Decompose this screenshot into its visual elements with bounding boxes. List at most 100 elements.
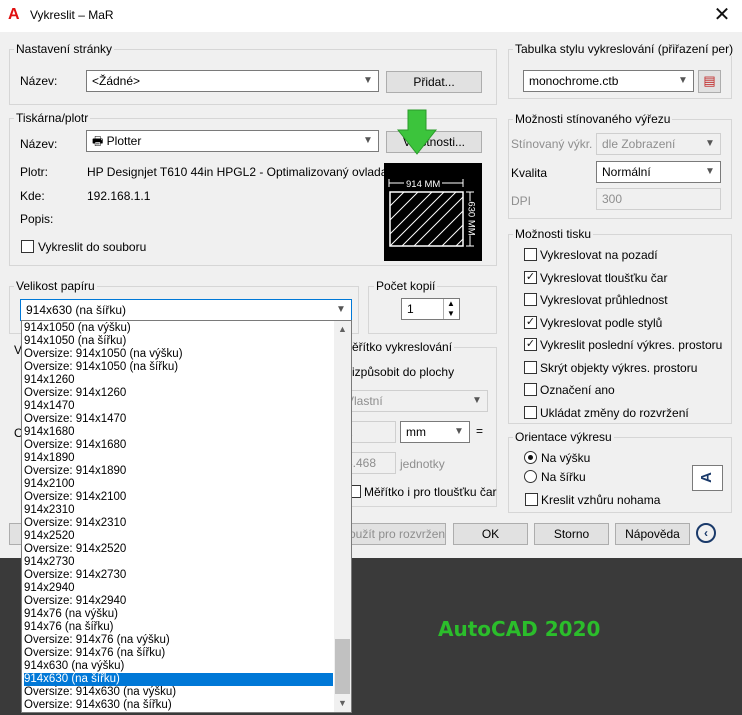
shade-plot-select[interactable]: dle Zobrazení ▼: [596, 133, 721, 155]
paper-size-option[interactable]: 914x630 (na šířku): [24, 673, 333, 686]
paper-size-option[interactable]: Oversize: 914x630 (na šířku): [24, 699, 172, 712]
paper-size-option[interactable]: 914x2940: [24, 582, 75, 595]
stepper-up-icon[interactable]: ▲: [447, 299, 455, 308]
paper-size-option[interactable]: Oversize: 914x76 (na šířku): [24, 647, 165, 660]
dpi-input[interactable]: 300: [596, 188, 721, 210]
cancel-button[interactable]: Storno: [534, 523, 609, 545]
plot-option-checkbox[interactable]: [524, 360, 537, 374]
autocad-watermark: AutoCAD 2020: [438, 617, 601, 641]
paper-size-option[interactable]: Oversize: 914x1890: [24, 465, 126, 478]
paper-size-option[interactable]: 914x1050 (na výšku): [24, 322, 131, 335]
paper-size-option[interactable]: Oversize: 914x630 (na výšku): [24, 686, 176, 699]
paper-size-dropdown-list[interactable]: 914x1050 (na výšku) 914x1050 (na šířku) Ov…: [21, 320, 352, 713]
paper-preview: 914 MM 630 MM: [384, 163, 482, 261]
printer-name-label: Název:: [20, 137, 58, 151]
paper-size-option[interactable]: 914x630 (na výšku): [24, 660, 124, 673]
paper-size-option[interactable]: Oversize: 914x76 (na výšku): [24, 634, 170, 647]
radio-selected-dot: [528, 455, 533, 460]
paper-size-option[interactable]: 914x1470: [24, 400, 75, 413]
landscape-radio[interactable]: [524, 470, 537, 483]
dropdown-scrollbar[interactable]: ▲ ▼: [334, 321, 351, 712]
paper-size-option[interactable]: 914x2520: [24, 530, 75, 543]
apply-to-layout-button[interactable]: Použít pro rozvržení: [340, 523, 446, 545]
paper-size-option[interactable]: Oversize: 914x2730: [24, 569, 126, 582]
paper-size-option[interactable]: 914x1890: [24, 452, 75, 465]
plot-option-checkbox[interactable]: [524, 248, 537, 261]
copies-stepper[interactable]: ▲ ▼: [443, 299, 459, 319]
upside-down-checkbox[interactable]: [525, 493, 538, 506]
shade-plot-value: dle Zobrazení: [602, 137, 676, 151]
portrait-radio[interactable]: [524, 451, 537, 464]
paper-size-option[interactable]: 914x76 (na výšku): [24, 608, 118, 621]
description-label: Popis:: [20, 212, 54, 226]
orientation-preview-icon: A: [692, 465, 723, 491]
chevron-down-icon: ▼: [336, 304, 346, 315]
plot-option-label: Vykreslovat tloušťku čar: [540, 270, 668, 285]
style-table-group-label: Tabulka stylu vykreslování (přiřazení pe…: [513, 42, 736, 56]
scale-unit-select[interactable]: mm ▼: [400, 421, 470, 443]
edit-style-table-icon[interactable]: ▤: [698, 70, 721, 93]
letter-a-icon: A: [697, 472, 715, 483]
page-setup-name-value: <Žádné>: [92, 74, 141, 88]
plot-to-file-checkbox[interactable]: [21, 240, 34, 253]
paper-size-option[interactable]: Oversize: 914x1260: [24, 387, 126, 400]
collapse-options-icon[interactable]: ‹: [696, 523, 716, 543]
help-button[interactable]: Nápověda: [615, 523, 690, 545]
paper-size-option[interactable]: 914x1680: [24, 426, 75, 439]
autocad-logo-icon: A: [8, 6, 20, 23]
quality-select[interactable]: Normální ▼: [596, 161, 721, 183]
paper-size-option[interactable]: Oversize: 914x1470: [24, 413, 126, 426]
paper-size-option[interactable]: 914x1260: [24, 374, 75, 387]
paper-size-option[interactable]: Oversize: 914x2520: [24, 543, 126, 556]
chevron-down-icon: ▼: [678, 75, 688, 86]
where-label: Kde:: [20, 189, 45, 203]
plot-option-label: Vykreslovat podle stylů: [540, 315, 663, 330]
title-bar: A Vykreslit – MaR ✕: [0, 0, 742, 32]
chevron-down-icon: ▼: [472, 395, 482, 406]
paper-size-option[interactable]: 914x76 (na šířku): [24, 621, 114, 634]
shade-plot-label: Stínovaný výkr.: [511, 137, 593, 151]
paper-size-option[interactable]: Oversize: 914x1050 (na šířku): [24, 361, 178, 374]
chevron-down-icon: ▼: [705, 166, 715, 177]
style-table-select[interactable]: monochrome.ctb ▼: [523, 70, 694, 92]
scale-unit: mm: [406, 425, 426, 439]
paper-size-option[interactable]: Oversize: 914x1050 (na výšku): [24, 348, 183, 361]
paper-size-option[interactable]: Oversize: 914x2940: [24, 595, 126, 608]
stepper-down-icon[interactable]: ▼: [447, 309, 455, 318]
paper-size-option[interactable]: 914x2100: [24, 478, 75, 491]
paper-size-option[interactable]: Oversize: 914x2310: [24, 517, 126, 530]
plot-option-checkbox[interactable]: ✓: [524, 315, 537, 329]
orientation-group-label: Orientace výkresu: [513, 430, 614, 444]
where-value: 192.168.1.1: [87, 189, 151, 203]
close-button[interactable]: ✕: [710, 3, 734, 27]
add-page-setup-button[interactable]: Přidat...: [386, 71, 482, 93]
paper-size-option[interactable]: 914x2310: [24, 504, 75, 517]
paper-size-group-label: Velikost papíru: [14, 279, 97, 293]
paper-size-select[interactable]: 914x630 (na šířku) ▼: [20, 299, 352, 321]
scroll-up-icon[interactable]: ▲: [334, 321, 351, 338]
ok-button[interactable]: OK: [453, 523, 528, 545]
plot-option-checkbox[interactable]: [524, 383, 537, 396]
plot-option-checkbox[interactable]: ✓: [524, 270, 537, 284]
dpi-label: DPI: [511, 194, 532, 208]
equals-sign: =: [476, 424, 484, 438]
portrait-label: Na výšku: [541, 451, 591, 465]
paper-size-option[interactable]: 914x1050 (na šířku): [24, 335, 126, 348]
plotter-value: HP Designjet T610 44in HPGL2 - Optimaliz…: [87, 165, 404, 179]
page-setup-name-select[interactable]: <Žádné> ▼: [86, 70, 379, 92]
copies-value: 1: [407, 302, 414, 316]
plot-option-checkbox[interactable]: [524, 405, 537, 419]
plot-option-checkbox[interactable]: [524, 293, 537, 306]
paper-size-option[interactable]: Oversize: 914x2100: [24, 491, 126, 504]
scroll-thumb[interactable]: [335, 639, 350, 694]
plot-option-checkbox[interactable]: ✓: [524, 338, 537, 351]
scroll-down-icon[interactable]: ▼: [334, 695, 351, 712]
preview-width-label: 914 MM: [404, 179, 443, 190]
paper-size-option[interactable]: Oversize: 914x1680: [24, 439, 126, 452]
paper-size-value: 914x630 (na šířku): [26, 303, 127, 317]
paper-size-option[interactable]: 914x2730: [24, 556, 75, 569]
dpi-value: 300: [602, 192, 623, 206]
printer-name-select[interactable]: 🖶 Plotter ▼: [86, 130, 379, 152]
preview-height-label: 630 MM: [465, 201, 477, 236]
scale-select[interactable]: Vlastní ▼: [340, 390, 488, 412]
